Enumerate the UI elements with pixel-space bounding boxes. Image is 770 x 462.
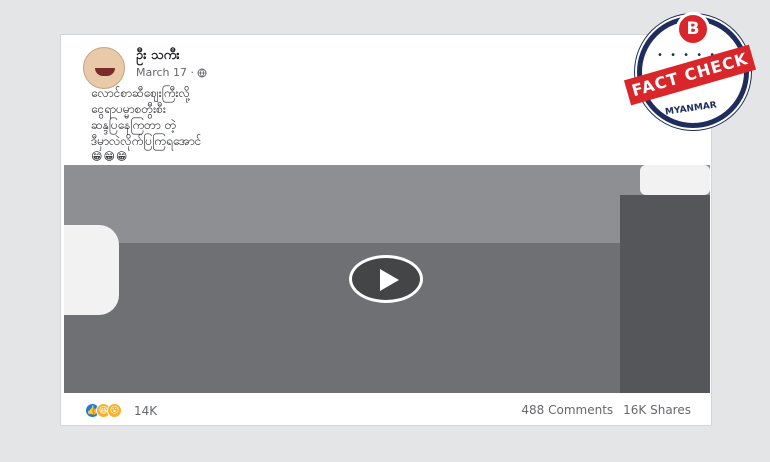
stamp-logo-icon: B — [676, 12, 710, 46]
video-frame-car — [64, 225, 119, 315]
video-frame-car — [640, 165, 710, 195]
comments-count[interactable]: 488 Comments — [521, 403, 613, 417]
post-stats: 488 Comments 16K Shares — [521, 403, 691, 417]
post-text-line: ဒီမှာလဲလိုက်ပြကြရအောင် — [91, 134, 202, 148]
post-text: လောင်စာဆီဈေးကြီးလို့ ငွေရာပမ္မာစတွီးစီး … — [91, 85, 201, 165]
post-date[interactable]: March 17 · — [136, 66, 194, 79]
post-meta: March 17 · — [136, 66, 207, 79]
avatar[interactable] — [83, 47, 125, 89]
play-icon[interactable] — [349, 255, 423, 303]
video-frame-shadow — [620, 195, 710, 393]
wow-icon: 😮 — [107, 403, 122, 418]
video-player[interactable] — [64, 165, 710, 393]
shares-count[interactable]: 16K Shares — [623, 403, 691, 417]
author-name[interactable]: ဦး သကီး — [136, 47, 180, 66]
facebook-post: ဦး သကီး March 17 · လောင်စာဆီဈေးကြီးလို့ … — [60, 34, 712, 426]
reaction-count: 14K — [134, 403, 158, 418]
reactions-summary[interactable]: 👍 😆 😮 14K — [85, 403, 157, 418]
post-text-line: ဆန္ဒပြနေကြတာ တဲ့ — [91, 118, 177, 132]
post-text-line: ငွေရာပမ္မာစတွီးစီး — [91, 102, 166, 116]
post-text-line: လောင်စာဆီဈေးကြီးလို့ — [91, 86, 190, 100]
fact-check-stamp: • • • • • • B FACT CHECK MYANMAR — [623, 12, 759, 136]
post-emojis: 😁😁😁 — [91, 150, 129, 163]
globe-icon — [197, 68, 207, 77]
